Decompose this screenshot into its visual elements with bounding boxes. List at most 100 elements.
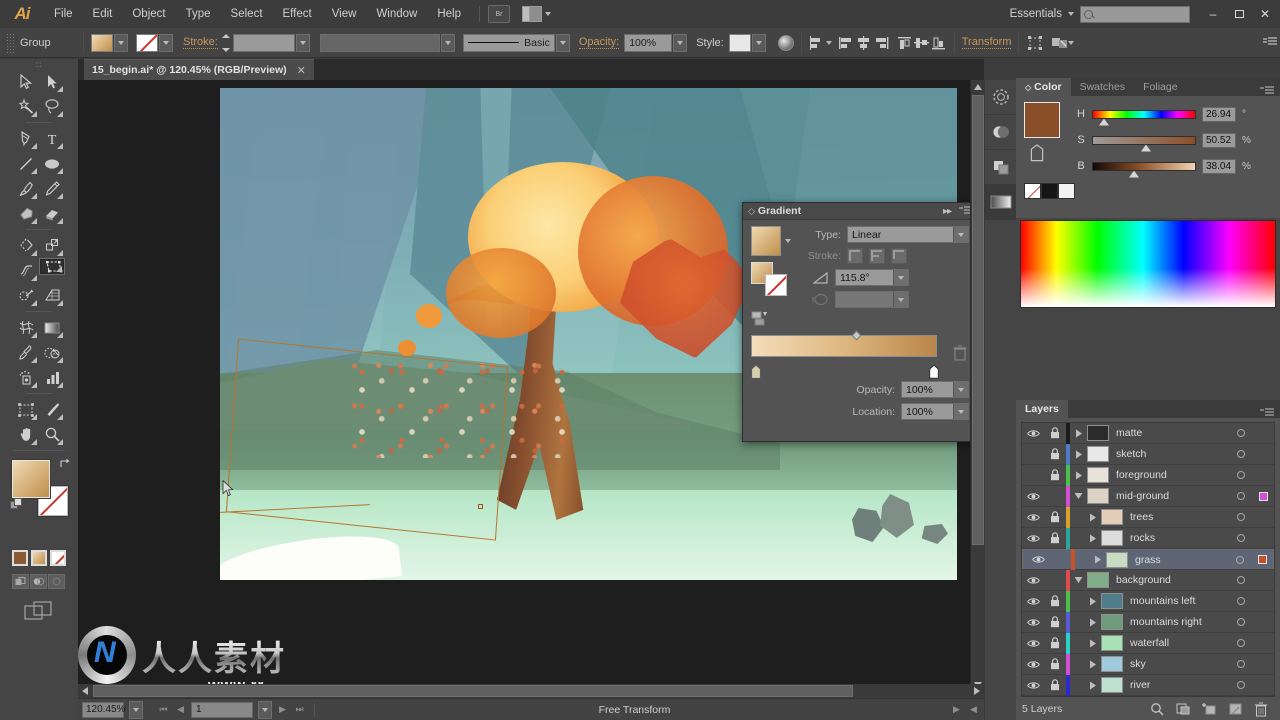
hand-tool[interactable] [13,422,39,447]
stroke-color-control[interactable] [136,33,173,52]
arrange-documents-button[interactable] [522,6,551,22]
width-tool[interactable] [13,258,39,283]
menu-select[interactable]: Select [221,0,273,28]
layer-target-circle[interactable] [1230,639,1252,647]
canvas-vertical-scrollbar[interactable] [970,80,984,692]
layer-expand-triangle[interactable] [1084,597,1101,606]
layer-target-circle[interactable] [1230,429,1252,437]
layer-expand-triangle[interactable] [1070,450,1087,459]
saturation-slider-thumb[interactable] [1141,144,1151,152]
pen-tool[interactable] [13,126,39,151]
maximize-button[interactable] [1226,4,1252,24]
layer-row-trees[interactable]: trees [1022,506,1274,528]
none-button[interactable] [50,550,66,566]
layer-collapse-triangle[interactable] [1070,576,1087,584]
layer-row-matte[interactable]: matte [1022,422,1274,444]
layer-row-mountains-left[interactable]: mountains left [1022,590,1274,612]
chevron-down-icon[interactable] [825,40,832,45]
layer-lock-toggle[interactable] [1044,469,1066,481]
gradient-location-field[interactable]: 100% [901,403,969,420]
tab-color[interactable]: ◇ Color [1016,78,1071,96]
color-fill-swatch[interactable] [1024,102,1060,138]
layers-panel-menu-icon[interactable] [1260,408,1280,418]
gradient-delete-stop-icon[interactable] [953,345,967,361]
layer-row-grass[interactable]: grass [1022,549,1274,570]
swap-fill-stroke-icon[interactable] [59,458,72,471]
create-sublayer-icon[interactable] [1196,699,1222,719]
mesh-tool[interactable] [13,315,39,340]
align-bottom-icon[interactable] [930,35,947,51]
make-clipping-mask-icon[interactable] [1170,699,1196,719]
swatch-none[interactable] [1024,183,1041,199]
layer-target-circle[interactable] [1230,450,1252,458]
scale-tool[interactable] [39,233,65,258]
gradient-preview-swatch[interactable] [751,226,781,256]
symbol-sprayer-tool[interactable] [13,365,39,390]
draw-normal-button[interactable] [12,574,29,589]
layer-lock-toggle[interactable] [1044,616,1066,628]
previous-artboard-button[interactable]: ◀ [174,702,187,718]
menu-view[interactable]: View [322,0,367,28]
layer-expand-triangle[interactable] [1084,513,1101,522]
tab-swatches[interactable]: Swatches [1071,78,1135,96]
align-left-icon[interactable] [838,35,855,51]
magic-wand-tool[interactable] [13,94,39,119]
pencil-tool[interactable] [39,176,65,201]
layer-target-circle[interactable] [1230,513,1252,521]
stroke-profile-dropdown[interactable] [440,33,455,52]
brightness-slider-thumb[interactable] [1129,170,1139,178]
gradient-stroke-along-button[interactable] [869,248,885,264]
stroke-weight-stepper[interactable] [221,33,233,52]
layer-target-circle[interactable] [1230,618,1252,626]
layer-expand-triangle[interactable] [1070,471,1087,480]
layer-lock-toggle[interactable] [1044,448,1066,460]
layer-target-circle[interactable] [1230,471,1252,479]
gradient-panel-header[interactable]: ◇ Gradient ▸▸ [743,203,977,220]
chevron-down-icon[interactable] [953,227,968,242]
gradient-stop-start[interactable] [751,365,761,379]
layer-row-rocks[interactable]: rocks [1022,527,1274,549]
align-top-icon[interactable] [896,35,913,51]
menu-effect[interactable]: Effect [273,0,322,28]
hue-value-field[interactable]: 26.94 [1202,106,1236,122]
opacity-label[interactable]: Opacity: [578,36,620,49]
layer-expand-triangle[interactable] [1084,660,1101,669]
control-panel-menu-icon[interactable] [1262,35,1280,51]
brightness-value-field[interactable]: 38.04 [1202,158,1236,174]
gradient-stroke-across-button[interactable] [891,248,907,264]
layer-row-waterfall[interactable]: waterfall [1022,632,1274,654]
transform-handle[interactable] [478,504,483,509]
stroke-swatch-none[interactable] [136,33,158,52]
layer-target-circle[interactable] [1230,597,1252,605]
gradient-reverse-icon[interactable] [751,310,797,328]
artboard-dropdown[interactable] [258,700,272,719]
layer-name[interactable]: grass [1128,554,1229,566]
stroke-profile-field[interactable] [319,33,440,52]
stroke-weight-field[interactable] [232,33,295,52]
gradient-angle-field[interactable]: 115.8° [835,269,909,286]
canvas-horizontal-scrollbar[interactable] [78,684,984,698]
bridge-icon[interactable]: Br [488,5,510,23]
color-button[interactable] [12,550,28,566]
layer-expand-triangle[interactable] [1084,639,1101,648]
layer-name[interactable]: mountains left [1123,595,1230,607]
tab-foliage[interactable]: Foliage [1134,78,1186,96]
layer-lock-toggle[interactable] [1044,511,1066,523]
layer-target-circle[interactable] [1230,660,1252,668]
stroke-dropdown-button[interactable] [159,33,173,52]
blob-brush-tool[interactable] [13,201,39,226]
tools-panel-grip[interactable]: :: [0,59,78,69]
shape-builder-tool[interactable] [13,283,39,308]
transparency-icon[interactable] [985,115,1017,150]
layers-list[interactable]: matte sketch foreground mid-ground trees rock… [1021,422,1275,697]
status-menu-button[interactable]: ▶ [950,702,963,718]
recolor-artwork-icon[interactable] [777,34,794,51]
menu-object[interactable]: Object [122,0,175,28]
brushes-icon[interactable] [985,80,1017,115]
menu-help[interactable]: Help [427,0,471,28]
layer-target-circle[interactable] [1229,555,1251,564]
layer-name[interactable]: sky [1123,658,1230,670]
direct-selection-tool[interactable] [39,69,65,94]
stroke-weight-label[interactable]: Stroke: [183,36,218,49]
chevron-down-icon[interactable] [893,270,908,285]
